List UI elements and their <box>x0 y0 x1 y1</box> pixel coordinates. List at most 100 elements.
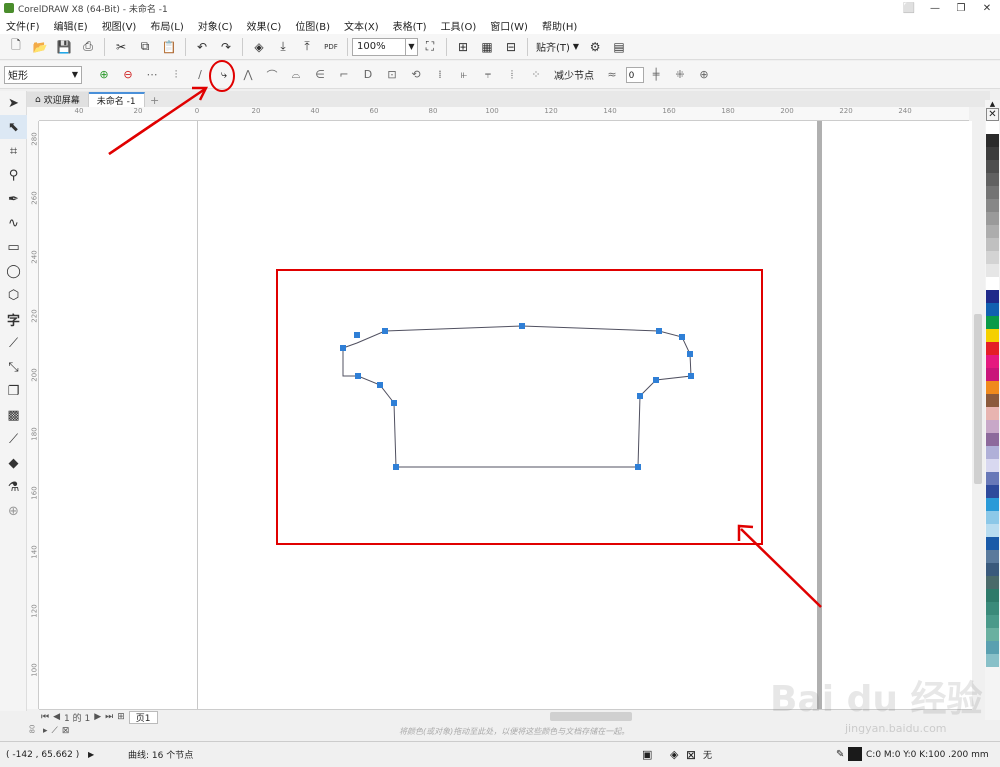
color-swatch[interactable] <box>986 251 999 264</box>
color-swatch[interactable] <box>986 524 999 537</box>
color-swatch[interactable] <box>986 290 999 303</box>
stretch-nodes-icon[interactable]: ⊡ <box>383 65 401 85</box>
color-swatch[interactable] <box>986 537 999 550</box>
paste-icon[interactable]: 📋 <box>159 37 179 57</box>
drawing-canvas[interactable] <box>39 121 972 709</box>
menu-tools[interactable]: 工具(O) <box>441 18 477 33</box>
menu-bitmaps[interactable]: 位图(B) <box>295 18 330 33</box>
color-swatch[interactable] <box>986 615 999 628</box>
menu-help[interactable]: 帮助(H) <box>542 18 577 33</box>
search-content-icon[interactable]: ◈ <box>249 37 269 57</box>
save-icon[interactable]: 💾 <box>54 37 74 57</box>
color-swatch[interactable] <box>986 147 999 160</box>
color-swatch[interactable] <box>986 407 999 420</box>
color-swatch[interactable] <box>986 459 999 472</box>
scroll-up-icon[interactable]: ▲ <box>985 100 1000 108</box>
export-pdf-icon[interactable]: PDF <box>321 37 341 57</box>
color-swatch[interactable] <box>986 511 999 524</box>
menu-window[interactable]: 窗口(W) <box>490 18 528 33</box>
color-swatch[interactable] <box>986 654 999 667</box>
curve-smoothness-input[interactable] <box>626 66 644 83</box>
show-guidelines-icon[interactable]: ⊟ <box>501 37 521 57</box>
color-swatch[interactable] <box>986 303 999 316</box>
reverse-direction-icon[interactable]: ∈ <box>311 65 329 85</box>
no-color-icon[interactable]: ⊠ <box>62 726 70 736</box>
color-proof-icon[interactable]: ▣ <box>642 748 652 761</box>
new-document-icon[interactable]: 🗋 <box>6 37 26 57</box>
interactive-fill-icon[interactable]: ◆ <box>0 451 27 475</box>
color-swatch[interactable] <box>986 394 999 407</box>
color-swatch[interactable] <box>986 641 999 654</box>
color-swatch[interactable] <box>986 121 999 134</box>
add-toolbar-item-icon[interactable]: ⊕ <box>695 65 713 85</box>
align-nodes-icon[interactable]: ⁞ <box>431 65 449 85</box>
color-swatch[interactable] <box>986 277 999 290</box>
color-swatch[interactable] <box>986 355 999 368</box>
shape-tool-icon[interactable]: ⬉ <box>0 115 27 139</box>
menu-file[interactable]: 文件(F) <box>6 18 40 33</box>
color-swatch[interactable] <box>986 563 999 576</box>
text-tool-icon[interactable]: 字 <box>0 307 27 331</box>
transparency-icon[interactable]: ▩ <box>0 403 27 427</box>
menu-table[interactable]: 表格(T) <box>393 18 427 33</box>
snap-to-dropdown[interactable]: 贴齐(T) ▼ <box>532 39 583 54</box>
crop-tool-icon[interactable]: ⌗ <box>0 139 27 163</box>
color-swatch[interactable] <box>986 472 999 485</box>
last-page-icon[interactable]: ⏭ <box>105 712 113 722</box>
color-swatch[interactable] <box>986 134 999 147</box>
open-folder-icon[interactable]: 📂 <box>30 37 50 57</box>
minimize-button[interactable]: — <box>922 0 948 16</box>
app-launcher-icon[interactable]: ▤ <box>609 37 629 57</box>
convert-to-curve-icon[interactable]: ⤷ <box>215 65 233 85</box>
smoothness-slider-icon[interactable]: ╪ <box>647 65 665 85</box>
status-expand-icon[interactable]: ▶ <box>88 750 94 759</box>
undo-icon[interactable]: ↶ <box>192 37 212 57</box>
color-swatch[interactable] <box>986 576 999 589</box>
connector-tool-icon[interactable]: ⤡ <box>0 355 27 379</box>
ruler-origin[interactable] <box>27 107 39 121</box>
color-swatch[interactable] <box>986 225 999 238</box>
drop-shadow-icon[interactable]: ❐ <box>0 379 27 403</box>
color-swatch[interactable] <box>986 589 999 602</box>
import-icon[interactable]: ⤓ <box>273 37 293 57</box>
color-swatch[interactable] <box>986 316 999 329</box>
close-curve-icon[interactable]: D <box>359 65 377 85</box>
smart-fill-icon[interactable]: ⚗ <box>0 475 27 499</box>
cusp-node-icon[interactable]: ⋀ <box>239 65 257 85</box>
add-page-icon[interactable]: ⊞ <box>117 712 125 722</box>
menu-layout[interactable]: 布局(L) <box>150 18 183 33</box>
color-swatch[interactable] <box>986 446 999 459</box>
page-tab[interactable]: 页1 <box>128 710 158 724</box>
horizontal-scroll-thumb[interactable] <box>550 712 632 721</box>
vertical-scrollbar[interactable] <box>972 121 984 709</box>
color-swatch[interactable] <box>986 420 999 433</box>
bounding-box-icon[interactable]: ⁜ <box>671 65 689 85</box>
menu-text[interactable]: 文本(X) <box>344 18 379 33</box>
prev-page-icon[interactable]: ◀ <box>53 712 60 722</box>
rotate-nodes-icon[interactable]: ⟲ <box>407 65 425 85</box>
outline-color-swatch[interactable] <box>848 747 862 761</box>
color-swatch[interactable] <box>986 433 999 446</box>
close-button[interactable]: ✕ <box>974 0 1000 16</box>
add-tool-icon[interactable]: ⊕ <box>0 499 27 523</box>
color-swatch[interactable] <box>986 381 999 394</box>
color-swatch[interactable] <box>986 628 999 641</box>
delete-node-icon[interactable]: ⊖ <box>119 65 137 85</box>
add-tab-icon[interactable]: + <box>148 93 162 107</box>
polygon-tool-icon[interactable]: ⬡ <box>0 283 27 307</box>
artistic-media-icon[interactable]: ∿ <box>0 211 27 235</box>
mirror-h-icon[interactable]: ⫦ <box>455 65 473 85</box>
color-swatch[interactable] <box>986 329 999 342</box>
break-curve-icon[interactable]: ⫶ <box>167 65 185 85</box>
smooth-node-icon[interactable]: ⌒ <box>263 65 281 85</box>
palette-menu-icon[interactable]: ▸ <box>43 726 48 736</box>
freehand-tool-icon[interactable]: ✒ <box>0 187 27 211</box>
eyedropper-small-icon[interactable]: ⟋ <box>52 726 58 736</box>
zoom-tool-icon[interactable]: ⚲ <box>0 163 27 187</box>
color-swatch[interactable] <box>986 186 999 199</box>
rectangle-tool-icon[interactable]: ▭ <box>0 235 27 259</box>
ellipse-tool-icon[interactable]: ◯ <box>0 259 27 283</box>
color-swatch[interactable] <box>986 173 999 186</box>
color-swatch[interactable] <box>986 160 999 173</box>
next-page-icon[interactable]: ▶ <box>94 712 101 722</box>
